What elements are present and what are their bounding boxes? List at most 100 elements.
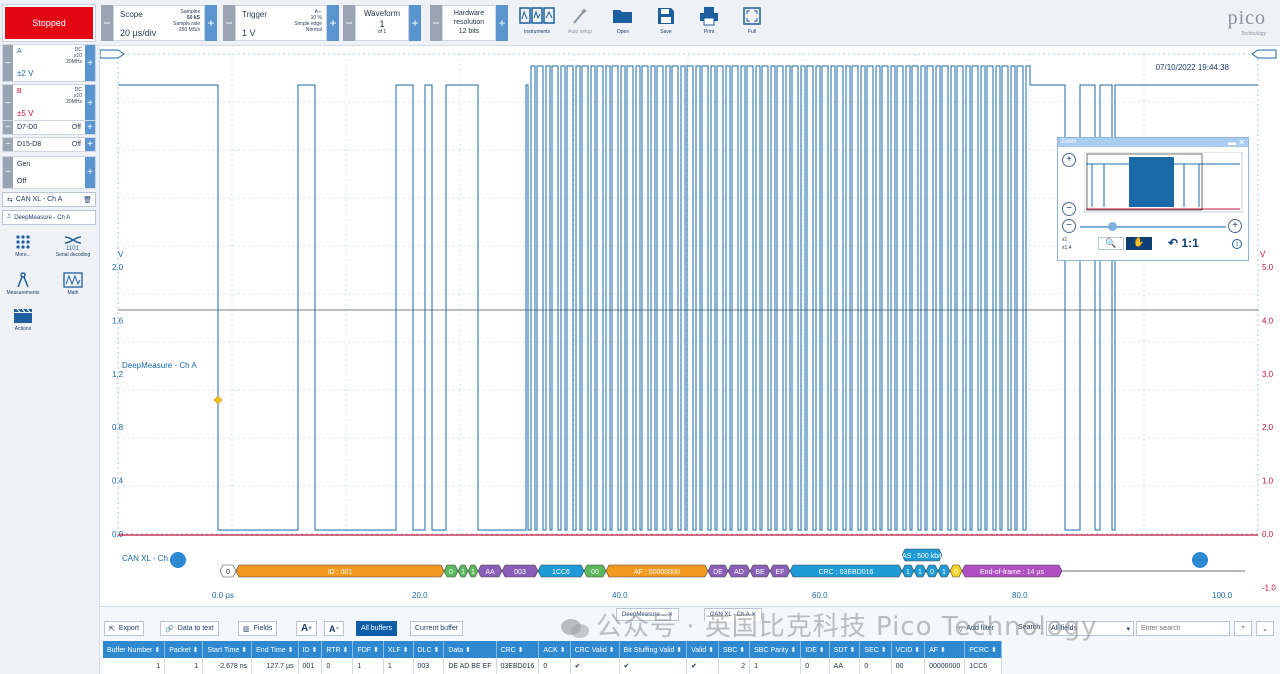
digital-d7-decrease[interactable]: − [3,121,13,134]
more-button[interactable]: More... [0,234,46,258]
decoder-deepmeasure[interactable]: ⎍ DeepMeasure - Ch A [2,210,96,225]
search-field-select[interactable]: All fields ▾ [1046,621,1134,636]
font-increase-button[interactable]: A + [296,621,317,636]
table-row[interactable]: 1 1 -2.678 ns 127.7 µs 001 0 1 1 003 DE AD BE EF 0… [103,658,1002,674]
table-column-header[interactable]: Valid ⬍ [686,641,719,658]
fields-button[interactable]: ▥ Fields [238,621,278,636]
tab-can-xl[interactable]: CAN XL - Ch A ✕ [704,608,763,621]
table-column-header[interactable]: SEC ⬍ [859,641,892,658]
decode-scroll-left-handle [170,552,186,568]
zoom-overview-window[interactable]: Zoom ▬ ✕ + − − + x1 x1.4 🔍 ✋ ↶ 1:1 i [1057,137,1249,261]
timebase-decrease-button[interactable]: − [101,5,113,41]
close-icon[interactable]: ▬ ✕ [1228,138,1245,147]
decoded-packets-table[interactable]: Buffer Number ⬍ Packet ⬍ Start Time ⬍ End T… [103,641,1002,674]
search-input[interactable] [1136,621,1230,636]
table-column-header[interactable]: ID ⬍ [298,641,323,658]
zoom-in-horizontal-button[interactable]: + [1228,219,1242,233]
math-button[interactable]: Math [50,272,96,296]
auto-setup-button[interactable]: Auto setup [558,6,602,40]
channel-a-control[interactable]: − A ±2 V DC x10 20MHz + [2,44,96,82]
table-column-header[interactable]: SDT ⬍ [829,641,861,658]
table-column-header[interactable]: Bit Stuffing Valid ⬍ [619,641,688,658]
info-icon[interactable]: i [1232,239,1242,249]
channel-a-range-increase[interactable]: + [85,45,95,81]
table-column-header[interactable]: VCID ⬍ [891,641,926,658]
digital-d7-increase[interactable]: + [85,121,95,134]
print-button[interactable]: Print [687,6,731,40]
trigger-decrease-button[interactable]: − [223,5,235,41]
waveform-control[interactable]: Waveform 1 of 1 [355,5,409,41]
add-filter-button[interactable]: ▽ Add filter [954,621,998,636]
zoom-slider-handle[interactable] [1108,222,1117,231]
table-column-header[interactable]: SBC ⬍ [718,641,751,658]
full-screen-button[interactable]: Full [730,6,774,40]
decoder-can-xl[interactable]: ⇆ CAN XL - Ch A 🗑 [2,192,96,207]
table-column-header[interactable]: FDF ⬍ [352,641,384,658]
table-column-header[interactable]: XLF ⬍ [383,641,414,658]
table-column-header[interactable]: ACK ⬍ [538,641,571,658]
table-column-header[interactable]: SBC Parity ⬍ [749,641,802,658]
search-next-button[interactable]: ⌄ [1256,621,1274,636]
current-buffer-button[interactable]: Current buffer [410,621,464,636]
export-button[interactable]: ⇱ Export [104,621,145,636]
zoom-out-horizontal-button[interactable]: − [1062,219,1076,233]
serial-decoding-button[interactable]: 1101 Serial decoding [50,234,96,258]
can-xl-decode-row[interactable]: CAN XL - Ch A0 ID : 001 0 1 1 AA 003 1CC6 00 AF :… [122,548,1245,578]
instruments-button[interactable]: Instruments [515,6,559,40]
channel-a-range-decrease[interactable]: − [3,45,13,81]
zoom-out-vertical-button[interactable]: − [1062,202,1076,216]
table-column-header[interactable]: Data ⬍ [443,641,497,658]
table-column-header[interactable]: Start Time ⬍ [202,641,253,658]
scope-plot[interactable]: V 2.0 1.6 1.2 0.8 0.4 0.0 V 5.0 4.0 3.0 2.0 1.0 0.0 -… [100,46,1280,606]
digital-d15-decrease[interactable]: − [3,138,13,151]
zoom-overview-thumbnail[interactable] [1084,152,1244,214]
table-column-header[interactable]: Buffer Number ⬍ [103,641,166,658]
run-stop-button[interactable]: Stopped [2,4,96,42]
pan-tool-button[interactable]: ✋ [1126,237,1152,250]
timebase-increase-button[interactable]: + [205,5,217,41]
waveform-prev-button[interactable]: − [343,5,355,41]
channel-b-range-decrease[interactable]: − [3,85,13,121]
table-column-header[interactable]: CRC ⬍ [496,641,540,658]
generator-decrease[interactable]: − [3,157,13,188]
table-column-header[interactable]: Packet ⬍ [164,641,204,658]
decode-field-text: 1 [471,569,475,576]
delete-icon[interactable]: 🗑 [83,196,92,204]
data-to-text-button[interactable]: 🔗 Data to text [160,621,219,636]
digital-d7-d0-control[interactable]: − D7-D0 Off + [2,120,96,135]
trigger-increase-button[interactable]: + [327,5,339,41]
open-button[interactable]: Open [601,6,645,40]
waveform-next-button[interactable]: + [409,5,421,41]
digital-d15-d8-control[interactable]: − D15-D8 Off + [2,137,96,152]
zoom-in-vertical-button[interactable]: + [1062,153,1076,167]
measurements-button[interactable]: Measurements [0,272,46,296]
scope-timebase-control[interactable]: Scope 20 µs/div Samples 50 kS Sample rate 2… [113,5,205,41]
save-button[interactable]: Save [644,6,688,40]
table-column-header[interactable]: AF ⬍ [924,641,966,658]
table-column-header[interactable]: IDE ⬍ [800,641,830,658]
zoom-slider-track[interactable] [1080,226,1226,228]
trigger-control[interactable]: Trigger 1 V A ⌐ 10 % Simple edge Normal [235,5,327,41]
all-buffers-button[interactable]: All buffers [356,621,397,636]
zoom-tool-button[interactable]: 🔍 [1098,237,1124,250]
scope-view[interactable]: V 2.0 1.6 1.2 0.8 0.4 0.0 V 5.0 4.0 3.0 2.0 1.0 0.0 -… [100,46,1280,606]
table-column-header[interactable]: RTR ⬍ [321,641,354,658]
resolution-decrease-button[interactable]: − [430,5,442,41]
reset-zoom-button[interactable]: ↶ 1:1 [1168,236,1199,250]
table-column-header[interactable]: CRC Valid ⬍ [570,641,620,658]
digital-d15-increase[interactable]: + [85,138,95,151]
font-decrease-button[interactable]: A − [324,621,345,636]
hardware-resolution-control[interactable]: Hardware resolution 12 bits [442,5,496,41]
ruler-handle-right [1251,49,1277,59]
table-column-header[interactable]: DLC ⬍ [413,641,445,658]
channel-b-control[interactable]: − B ±5 V DC x10 20MHz + [2,84,96,122]
table-column-header[interactable]: PCRC ⬍ [964,641,1002,658]
search-prev-button[interactable]: ⌃ [1234,621,1252,636]
actions-button[interactable]: Actions [0,308,46,332]
generator-increase[interactable]: + [85,157,95,188]
tab-deepmeasure[interactable]: DeepMeasure ... ✕ [616,608,680,621]
channel-b-range-increase[interactable]: + [85,85,95,121]
signal-generator-control[interactable]: − Gen Off + [2,156,96,189]
resolution-increase-button[interactable]: + [496,5,508,41]
table-column-header[interactable]: End Time ⬍ [251,641,299,658]
